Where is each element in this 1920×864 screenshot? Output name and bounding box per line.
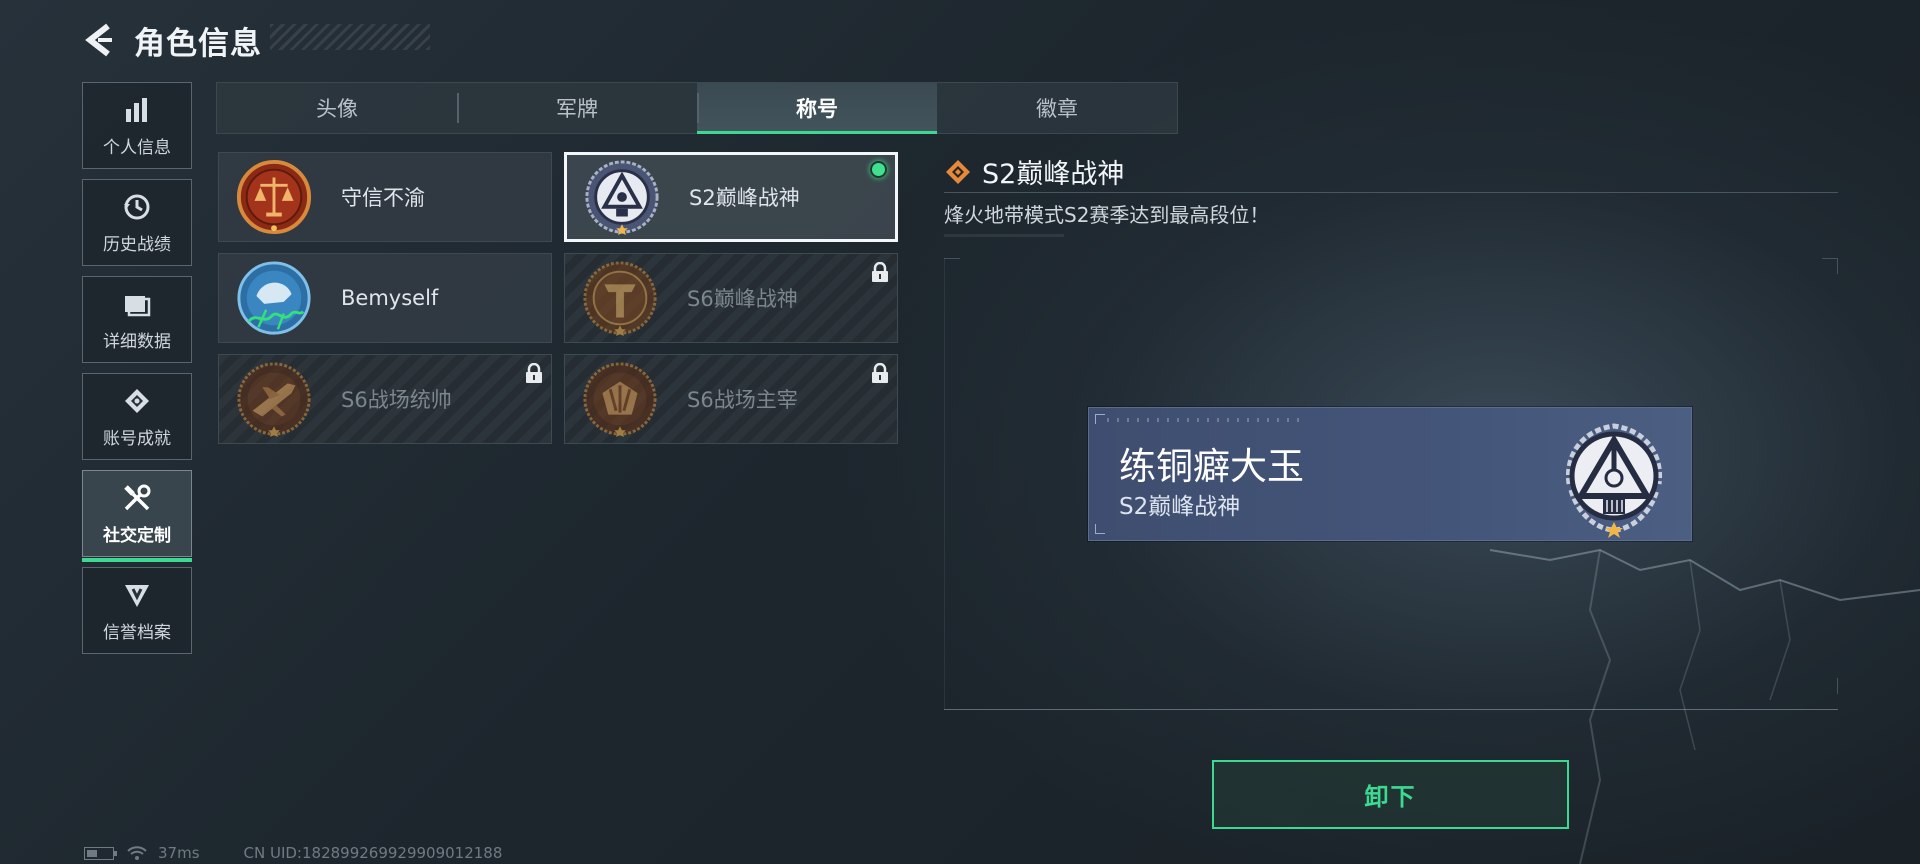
nameplate-decoration [1107, 418, 1307, 422]
detail-divider [944, 192, 1838, 193]
title-card-s6-dominator[interactable]: S6战场主宰 [564, 354, 898, 444]
title-decoration [270, 24, 430, 50]
sidebar-item-history[interactable]: 历史战绩 [82, 179, 192, 266]
sidebar-item-label: 社交定制 [103, 526, 171, 546]
title-card-shouxin[interactable]: 守信不渝 [218, 152, 552, 242]
tab-title[interactable]: 称号 [697, 83, 937, 134]
signature-emblem-icon [237, 261, 311, 335]
title-card-label: 守信不渝 [341, 186, 425, 210]
lock-icon [872, 363, 888, 383]
back-button[interactable] [80, 20, 120, 60]
title-tabs: 头像 军牌 称号 徽章 [216, 82, 1178, 134]
sidebar-item-label: 详细数据 [103, 332, 171, 352]
title-card-bemyself[interactable]: Bemyself [218, 253, 552, 343]
sidebar: 个人信息 历史战绩 详细数据 账号成就 社交定制 信誉档案 [82, 82, 192, 664]
back-arrow-icon [85, 23, 112, 57]
title-card-label: Bemyself [341, 286, 439, 310]
nameplate-corner [1095, 414, 1105, 424]
tools-icon [120, 481, 154, 515]
sidebar-item-social-custom[interactable]: 社交定制 [82, 470, 192, 562]
header-bar: 角色信息 [80, 18, 262, 62]
sidebar-item-achievements[interactable]: 账号成就 [82, 373, 192, 460]
lock-icon [872, 262, 888, 282]
sidebar-item-label: 账号成就 [103, 429, 171, 449]
sidebar-item-detail-data[interactable]: 详细数据 [82, 276, 192, 363]
user-uid: CN UID:18289926992990901218​8 [243, 844, 503, 862]
ping-value: 37ms [158, 844, 200, 862]
title-card-s2-peak[interactable]: S2巅峰战神 [564, 152, 898, 242]
equipped-indicator [870, 161, 887, 178]
sidebar-item-label: 信誉档案 [103, 623, 171, 643]
page-title: 角色信息 [134, 25, 262, 62]
description-underline [944, 234, 1064, 237]
player-title: S2巅峰战神 [1119, 494, 1241, 520]
title-card-label: S6巅峰战神 [687, 287, 798, 311]
achievement-icon [120, 384, 154, 418]
detail-title: S2巅峰战神 [982, 159, 1125, 190]
tab-badge[interactable]: 徽章 [937, 83, 1177, 133]
sidebar-item-personal-info[interactable]: 个人信息 [82, 82, 192, 169]
t-emblem-icon [583, 261, 657, 337]
nameplate-corner [1095, 524, 1105, 534]
tab-avatar[interactable]: 头像 [217, 83, 457, 133]
credit-shield-icon [120, 578, 154, 612]
diamond-icon [946, 159, 970, 184]
lock-icon [526, 363, 542, 383]
sidebar-item-label: 历史战绩 [103, 235, 171, 255]
wifi-icon [127, 846, 147, 860]
scales-emblem-icon [236, 159, 312, 235]
tripod-emblem-icon [1565, 423, 1663, 538]
title-card-label: S2巅峰战神 [689, 186, 800, 210]
sidebar-item-credit-record[interactable]: 信誉档案 [82, 567, 192, 654]
status-bar: 37ms CN UID:18289926992990901218​8 [84, 844, 502, 862]
rockets-emblem-icon [583, 362, 657, 438]
bar-chart-icon [120, 93, 154, 127]
history-icon [120, 190, 154, 224]
detail-description: 烽火地带模式S2赛季达到最高段位！ [944, 203, 1270, 227]
tripod-emblem-icon [585, 160, 659, 236]
sidebar-item-label: 个人信息 [103, 138, 171, 158]
jet-emblem-icon [237, 362, 311, 438]
title-card-s6-commander[interactable]: S6战场统帅 [218, 354, 552, 444]
battery-icon [84, 846, 117, 860]
folder-icon [120, 287, 154, 321]
tab-military-tag[interactable]: 军牌 [457, 83, 697, 133]
title-card-label: S6战场统帅 [341, 388, 452, 412]
detail-header: S2巅峰战神 [944, 152, 1124, 191]
title-card-label: S6战场主宰 [687, 388, 798, 412]
player-name: 练铜癖大玉 [1119, 445, 1304, 488]
nameplate-preview: 练铜癖大玉 S2巅峰战神 [1088, 407, 1692, 541]
title-card-s6-peak[interactable]: S6巅峰战神 [564, 253, 898, 343]
unequip-button[interactable]: 卸下 [1212, 760, 1569, 829]
